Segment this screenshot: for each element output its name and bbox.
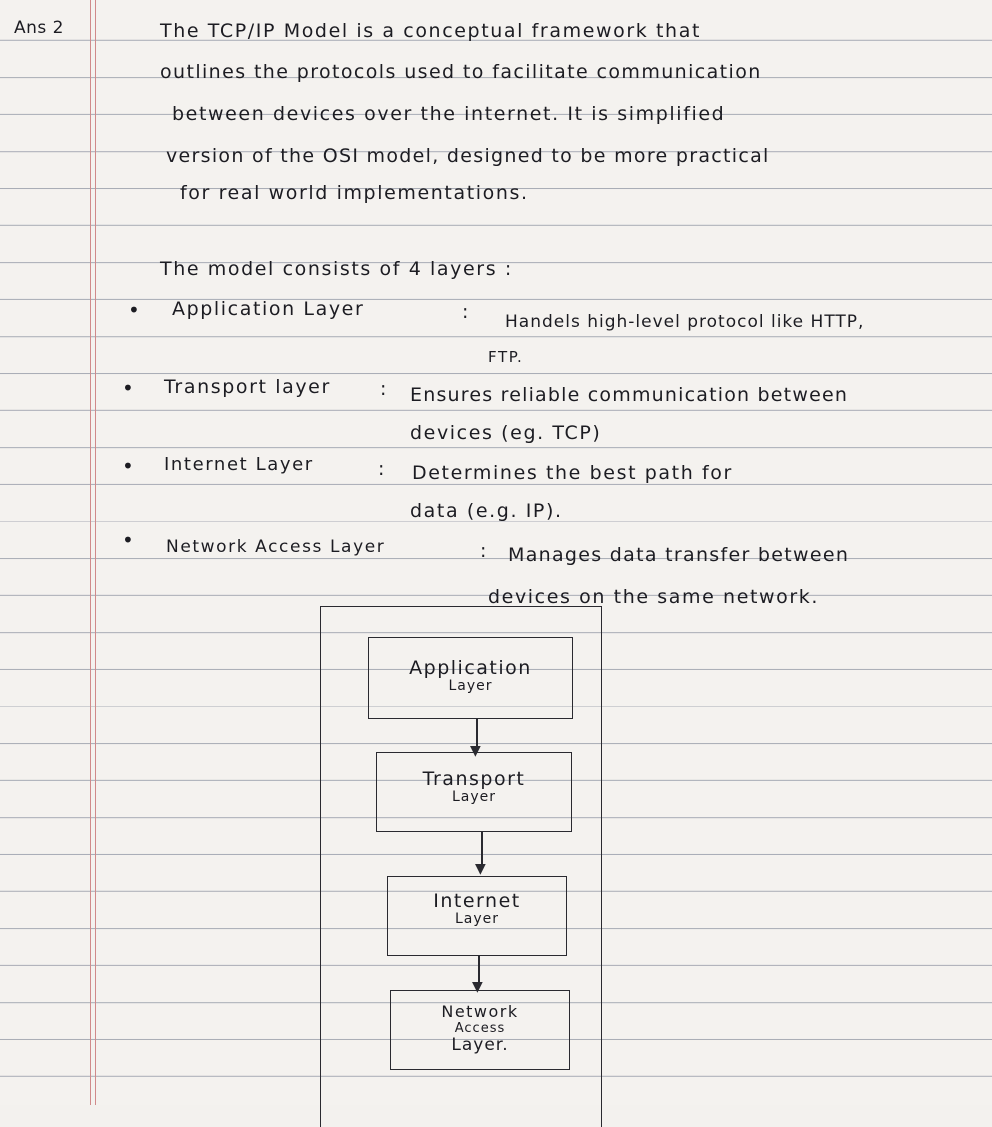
diagram-box-application: Application Layer — [368, 637, 573, 719]
answer-label: Ans 2 — [14, 18, 64, 38]
box-sublabel: Layer — [448, 678, 493, 694]
box-sublabel: Layer — [451, 789, 497, 805]
layers-intro: The model consists of 4 layers : — [160, 258, 513, 280]
margin-line — [90, 0, 91, 1105]
box-label: Transport — [422, 768, 526, 790]
notebook-page: Ans 2 The TCP/IP Model is a conceptual f… — [0, 0, 992, 1127]
bullet-dot: • — [128, 298, 140, 322]
box-sublabel: Layer — [454, 911, 500, 927]
intro-line-2: outlines the protocols used to facilitat… — [160, 61, 762, 83]
intro-line-5: for real world implementations. — [180, 182, 529, 204]
intro-line-3: between devices over the internet. It is… — [172, 103, 726, 125]
layer-1-desc-line-1: Handels high-level protocol like HTTP, — [505, 312, 865, 332]
layer-3-desc-line-2: data (e.g. IP). — [410, 500, 563, 522]
bullet-dot: • — [122, 376, 134, 400]
diagram-box-transport: Transport Layer — [376, 752, 572, 832]
diagram-box-internet: Internet Layer — [387, 876, 567, 956]
layer-4-separator: : — [480, 540, 489, 562]
layer-1-desc-line-2: FTP. — [488, 348, 524, 366]
margin-line — [95, 0, 96, 1105]
layer-2-name: Transport layer — [164, 376, 331, 398]
layer-3-name: Internet Layer — [164, 454, 314, 475]
intro-line-4: version of the OSI model, designed to be… — [166, 145, 770, 167]
layer-2-desc-line-1: Ensures reliable communication between — [410, 384, 849, 406]
box-sublabel: Layer. — [451, 1035, 509, 1055]
box-sublabel: Access — [454, 1021, 506, 1036]
layer-4-name: Network Access Layer — [166, 537, 386, 557]
diagram-box-network-access: Network Access Layer. — [390, 990, 570, 1070]
layer-1-name: Application Layer — [172, 298, 365, 320]
bullet-dot: • — [122, 454, 134, 478]
intro-line-1: The TCP/IP Model is a conceptual framewo… — [160, 20, 701, 42]
arrow-down-icon: ▼ — [475, 861, 486, 877]
box-label: Application — [409, 657, 532, 679]
box-label: Network — [441, 1002, 519, 1021]
layer-2-separator: : — [380, 378, 389, 400]
layer-3-separator: : — [378, 458, 387, 480]
layer-4-desc-line-1: Manages data transfer between — [508, 544, 850, 566]
box-label: Internet — [433, 890, 521, 912]
layer-3-desc-line-1: Determines the best path for — [412, 462, 733, 484]
bullet-dot: • — [122, 528, 134, 552]
layer-2-desc-line-2: devices (eg. TCP) — [410, 422, 602, 444]
layer-4-desc-line-2: devices on the same network. — [488, 586, 820, 608]
layer-1-separator: : — [462, 301, 471, 323]
